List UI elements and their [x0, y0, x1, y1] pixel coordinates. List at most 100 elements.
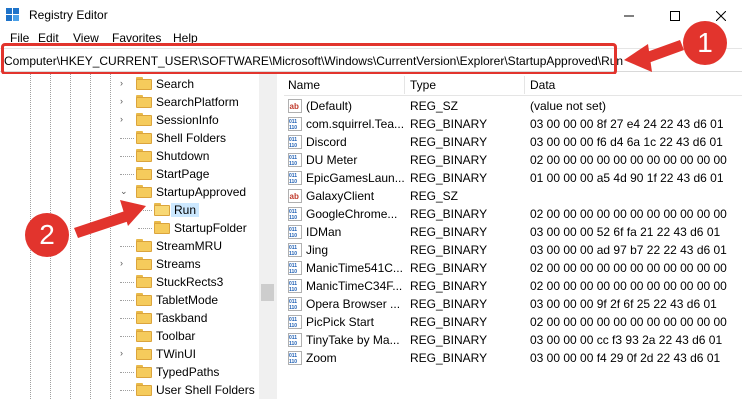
value-data: 02 00 00 00 00 00 00 00 00 00 00 00 — [530, 261, 727, 275]
value-row[interactable]: 011 110 Opera Browser ... REG_BINARY 03 00 0… — [284, 295, 742, 313]
value-data: 02 00 00 00 00 00 00 00 00 00 00 00 — [530, 315, 727, 329]
value-row[interactable]: 011 110 com.squirrel.Tea... REG_BINARY 03 00… — [284, 115, 742, 133]
value-type: REG_SZ — [410, 189, 459, 203]
tree-item[interactable]: TypedPaths — [0, 363, 260, 381]
binary-value-icon: 011110 — [288, 297, 302, 311]
value-row[interactable]: 011 110 PicPick Start REG_BINARY 02 00 00 00… — [284, 313, 742, 331]
tree-item[interactable]: Toolbar — [0, 327, 260, 345]
window-title: Registry Editor — [29, 8, 108, 22]
tree-item[interactable]: Shutdown — [0, 147, 260, 165]
value-data: 03 00 00 00 8f 27 e4 24 22 43 d6 01 — [530, 117, 724, 131]
value-row[interactable]: ab GalaxyClient REG_SZ — [284, 187, 742, 205]
registry-editor-icon — [6, 8, 19, 21]
folder-icon — [136, 329, 152, 342]
tree-item[interactable]: › Streams — [0, 255, 260, 273]
menu-favorites[interactable]: Favorites — [112, 31, 161, 45]
tree-item[interactable]: › TWinUI — [0, 345, 260, 363]
tree-item[interactable]: › Search — [0, 75, 260, 93]
tree-item[interactable]: › SearchPlatform — [0, 93, 260, 111]
value-name: TinyTake by Ma... — [306, 333, 400, 347]
chevron-right-icon[interactable]: › — [120, 348, 123, 358]
tree-scrollbar[interactable] — [259, 74, 276, 399]
tree-item-label: Toolbar — [156, 329, 196, 343]
binary-value-icon: 011110 — [288, 333, 302, 347]
folder-icon — [136, 77, 152, 90]
menu-help[interactable]: Help — [173, 31, 198, 45]
tree-item[interactable]: Shell Folders — [0, 129, 260, 147]
chevron-right-icon[interactable]: › — [120, 96, 123, 106]
svg-text:110: 110 — [289, 359, 297, 365]
value-data: 03 00 00 00 f4 29 0f 2d 22 43 d6 01 — [530, 351, 721, 365]
folder-icon — [136, 311, 152, 324]
folder-icon — [136, 131, 152, 144]
svg-text:110: 110 — [289, 161, 297, 167]
value-row[interactable]: 011 110 DU Meter REG_BINARY 02 00 00 00 00 0… — [284, 151, 742, 169]
menu-view[interactable]: View — [73, 31, 99, 45]
folder-icon — [136, 293, 152, 306]
chevron-right-icon[interactable]: › — [120, 114, 123, 124]
chevron-down-icon[interactable]: ⌄ — [120, 186, 128, 197]
value-name: DU Meter — [306, 153, 358, 167]
menu-file[interactable]: File — [10, 31, 29, 45]
list-header: Name Type Data — [284, 74, 742, 96]
column-data-header[interactable]: Data — [530, 78, 555, 92]
value-type: REG_BINARY — [410, 315, 488, 329]
folder-icon — [136, 347, 152, 360]
value-row[interactable]: 011 110 Zoom REG_BINARY 03 00 00 00 f4 29 0f… — [284, 349, 742, 367]
binary-value-icon: 011110 — [288, 243, 302, 257]
value-row[interactable]: 011 110 Jing REG_BINARY 03 00 00 00 ad 97 b7… — [284, 241, 742, 259]
value-row[interactable]: 011 110 EpicGamesLaun... REG_BINARY 01 00 00… — [284, 169, 742, 187]
svg-text:110: 110 — [289, 341, 297, 347]
tree-item[interactable]: › SessionInfo — [0, 111, 260, 129]
value-data: 02 00 00 00 00 00 00 00 00 00 00 00 — [530, 279, 727, 293]
tree-scrollbar-thumb[interactable] — [261, 284, 274, 301]
folder-icon — [154, 221, 170, 234]
tree-item[interactable]: TabletMode — [0, 291, 260, 309]
value-row[interactable]: 011 110 ManicTimeC34F... REG_BINARY 02 00 00… — [284, 277, 742, 295]
column-type-header[interactable]: Type — [410, 78, 436, 92]
address-path[interactable]: Computer\HKEY_CURRENT_USER\SOFTWARE\Micr… — [4, 54, 623, 68]
tree-item-label: StartPage — [156, 167, 210, 181]
tree-item-label: TabletMode — [156, 293, 219, 307]
tree-item[interactable]: StartPage — [0, 165, 260, 183]
minimize-button[interactable] — [606, 0, 652, 31]
tree-item[interactable]: ⌄ StartupApproved — [0, 183, 260, 201]
tree-item-label: Shell Folders — [156, 131, 227, 145]
binary-value-icon: 011110 — [288, 261, 302, 275]
tree-item-label: Shutdown — [156, 149, 210, 163]
tree-item[interactable]: StuckRects3 — [0, 273, 260, 291]
value-name: PicPick Start — [306, 315, 375, 329]
value-name: Discord — [306, 135, 347, 149]
column-name-header[interactable]: Name — [288, 78, 320, 92]
tree-item[interactable]: Taskband — [0, 309, 260, 327]
value-name: ManicTime541C... — [306, 261, 403, 275]
value-data: 02 00 00 00 00 00 00 00 00 00 00 00 — [530, 207, 727, 221]
annotation-badge-1: 1 — [683, 21, 727, 65]
pane-splitter[interactable] — [276, 74, 284, 399]
menu-edit[interactable]: Edit — [38, 31, 59, 45]
chevron-right-icon[interactable]: › — [120, 78, 123, 88]
tree-item-label: StartupApproved — [156, 185, 247, 199]
binary-value-icon: 011110 — [288, 315, 302, 329]
svg-text:110: 110 — [289, 125, 297, 131]
value-type: REG_BINARY — [410, 117, 488, 131]
tree-item-label: StreamMRU — [156, 239, 223, 253]
value-name: Zoom — [306, 351, 337, 365]
svg-text:110: 110 — [289, 233, 297, 239]
binary-value-icon: 011110 — [288, 171, 302, 185]
tree-item[interactable]: User Shell Folders — [0, 381, 260, 399]
address-bar[interactable]: Computer\HKEY_CURRENT_USER\SOFTWARE\Micr… — [0, 48, 742, 72]
chevron-right-icon[interactable]: › — [120, 258, 123, 268]
value-name: Jing — [306, 243, 329, 257]
value-type: REG_BINARY — [410, 171, 488, 185]
value-row[interactable]: 011 110 TinyTake by Ma... REG_BINARY 03 00 0… — [284, 331, 742, 349]
value-row[interactable]: 011 110 IDMan REG_BINARY 03 00 00 00 52 6f f… — [284, 223, 742, 241]
values-list[interactable]: Name Type Data ab (Default) REG_SZ (value n… — [284, 74, 742, 399]
value-row[interactable]: 011 110 Discord REG_BINARY 03 00 00 00 f6 d4… — [284, 133, 742, 151]
value-row[interactable]: ab (Default) REG_SZ (value not set) — [284, 97, 742, 115]
folder-icon — [136, 185, 152, 198]
svg-text:ab: ab — [290, 192, 299, 201]
value-row[interactable]: 011 110 ManicTime541C... REG_BINARY 02 00 00… — [284, 259, 742, 277]
value-row[interactable]: 011 110 GoogleChrome... REG_BINARY 02 00 00 … — [284, 205, 742, 223]
value-type: REG_BINARY — [410, 243, 488, 257]
